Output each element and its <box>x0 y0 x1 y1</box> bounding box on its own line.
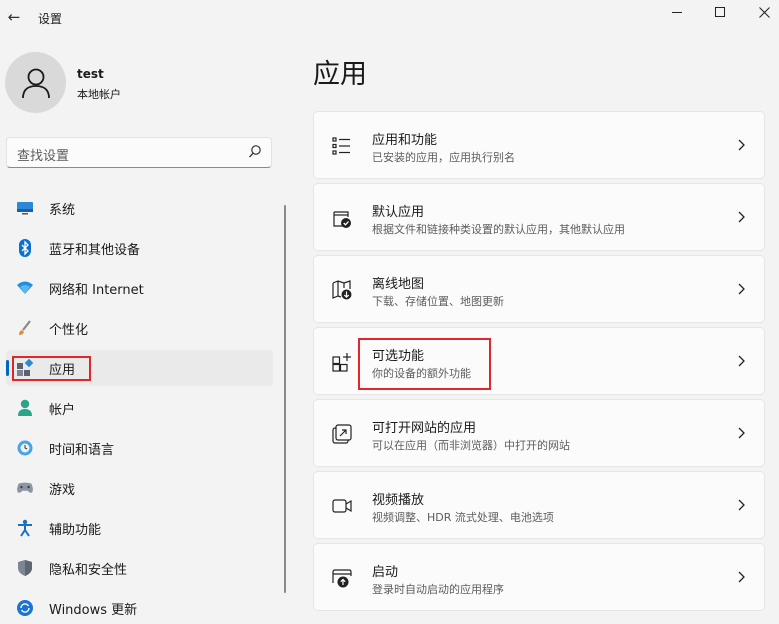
chevron-right-icon <box>738 499 745 511</box>
sidebar-item-accessibility[interactable]: 辅助功能 <box>6 510 273 546</box>
card-optional-features[interactable]: 可选功能 你的设备的额外功能 <box>313 327 765 395</box>
sidebar-item-gaming[interactable]: 游戏 <box>6 470 273 506</box>
page-title: 应用 <box>313 59 367 90</box>
title-bar: ← 设置 <box>0 0 779 38</box>
open-external-icon <box>332 424 352 444</box>
chevron-right-icon <box>738 571 745 583</box>
accessibility-icon <box>16 519 34 537</box>
update-icon <box>16 599 34 617</box>
list-icon <box>332 137 350 155</box>
sidebar-item-label: 隐私和安全性 <box>49 562 128 578</box>
startup-icon <box>332 569 352 588</box>
card-video-playback[interactable]: 视频播放 视频调整、HDR 流式处理、电池选项 <box>313 471 765 539</box>
person-icon <box>16 399 34 417</box>
chevron-right-icon <box>738 355 745 367</box>
sidebar-item-apps[interactable]: 应用 <box>6 350 273 386</box>
shield-icon <box>16 559 34 577</box>
search-placeholder: 查找设置 <box>17 149 70 164</box>
minimize-icon <box>672 11 682 13</box>
person-avatar-icon <box>21 68 50 98</box>
sidebar-item-windows-update[interactable]: Windows 更新 <box>6 590 273 624</box>
maximize-icon <box>715 7 725 17</box>
card-title: 启动 <box>372 565 399 580</box>
video-icon <box>332 499 352 513</box>
card-apps-for-websites[interactable]: 可打开网站的应用 可以在应用（而非浏览器）中打开的网站 <box>313 399 765 467</box>
sidebar-item-label: 个性化 <box>49 322 89 338</box>
card-startup[interactable]: 启动 登录时自动启动的应用程序 <box>313 543 765 611</box>
sidebar-item-privacy[interactable]: 隐私和安全性 <box>6 550 273 586</box>
card-subtitle: 视频调整、HDR 流式处理、电池选项 <box>372 511 554 524</box>
gamepad-icon <box>16 479 34 497</box>
sidebar-item-label: 时间和语言 <box>49 442 115 458</box>
search-icon <box>249 145 261 158</box>
card-title: 离线地图 <box>372 277 425 292</box>
sidebar-item-label: 辅助功能 <box>49 522 102 538</box>
chevron-right-icon <box>738 427 745 439</box>
highlight-box <box>12 356 91 381</box>
card-title: 视频播放 <box>372 493 425 508</box>
sidebar-item-label: 蓝牙和其他设备 <box>49 242 141 258</box>
sidebar-item-time-language[interactable]: 时间和语言 <box>6 430 273 466</box>
close-button[interactable] <box>741 0 779 24</box>
sidebar-item-label: 系统 <box>49 202 76 218</box>
highlight-box <box>358 338 491 390</box>
user-name: test <box>77 67 104 81</box>
card-subtitle: 可以在应用（而非浏览器）中打开的网站 <box>372 439 570 452</box>
back-button[interactable]: ← <box>4 6 24 28</box>
card-subtitle: 已安装的应用，应用执行别名 <box>372 151 515 164</box>
sidebar-item-bluetooth[interactable]: 蓝牙和其他设备 <box>6 230 273 266</box>
chevron-right-icon <box>738 211 745 223</box>
map-download-icon <box>332 280 352 300</box>
chevron-right-icon <box>738 283 745 295</box>
card-subtitle: 下载、存储位置、地图更新 <box>372 295 504 308</box>
selected-indicator <box>6 360 9 376</box>
card-default-apps[interactable]: 默认应用 根据文件和链接种类设置的默认应用，其他默认应用 <box>313 183 765 251</box>
wifi-icon <box>16 279 34 297</box>
search-input[interactable]: 查找设置 <box>6 137 272 168</box>
sidebar-item-label: Windows 更新 <box>49 602 138 618</box>
sidebar-item-accounts[interactable]: 帐户 <box>6 390 273 426</box>
avatar[interactable] <box>5 52 66 113</box>
system-icon <box>16 199 34 217</box>
close-icon <box>758 6 770 18</box>
card-subtitle: 根据文件和链接种类设置的默认应用，其他默认应用 <box>372 223 625 236</box>
back-arrow-icon: ← <box>7 8 21 26</box>
card-apps-features[interactable]: 应用和功能 已安装的应用，应用执行别名 <box>313 111 765 179</box>
sidebar-item-label: 帐户 <box>49 402 76 418</box>
sidebar-item-personalization[interactable]: 个性化 <box>6 310 273 346</box>
minimize-button[interactable] <box>654 0 700 24</box>
chevron-right-icon <box>738 139 745 151</box>
window-title: 设置 <box>38 12 63 26</box>
sidebar-item-label: 网络和 Internet <box>49 282 144 298</box>
sidebar-item-network[interactable]: 网络和 Internet <box>6 270 273 306</box>
card-offline-maps[interactable]: 离线地图 下载、存储位置、地图更新 <box>313 255 765 323</box>
bluetooth-icon <box>16 239 34 257</box>
sidebar-item-system[interactable]: 系统 <box>6 190 273 226</box>
brush-icon <box>16 319 34 337</box>
sidebar-scrollbar[interactable] <box>284 205 286 593</box>
card-title: 应用和功能 <box>372 133 438 148</box>
card-subtitle: 登录时自动启动的应用程序 <box>372 583 504 596</box>
sidebar-nav: 系统 蓝牙和其他设备 网络和 Internet 个性化 应用 帐户 时间和语言 … <box>6 190 273 624</box>
card-title: 可打开网站的应用 <box>372 421 477 436</box>
default-apps-icon <box>333 211 351 228</box>
account-type: 本地帐户 <box>77 88 121 101</box>
maximize-button[interactable] <box>697 0 743 24</box>
globe-clock-icon <box>16 439 34 457</box>
add-grid-icon <box>332 353 351 372</box>
card-title: 默认应用 <box>372 205 425 220</box>
sidebar-item-label: 游戏 <box>49 482 76 498</box>
